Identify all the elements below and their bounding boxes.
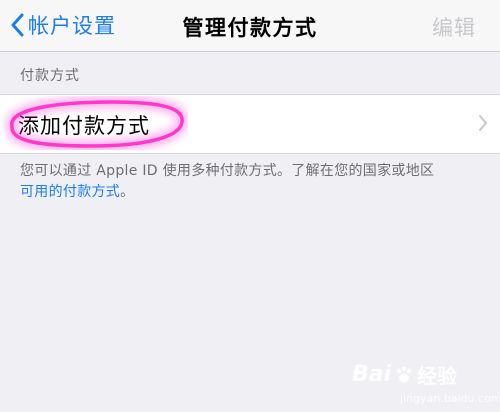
add-payment-method-row[interactable]: 添加付款方式 [0, 95, 500, 153]
footer-note: 您可以通过 Apple ID 使用多种付款方式。了解在您的国家或地区 可用的付款… [20, 161, 485, 203]
page-title: 管理付款方式 [182, 16, 318, 40]
footer-suffix: 。 [120, 184, 135, 200]
section-header: 付款方式 [20, 68, 80, 84]
available-payment-methods-link[interactable]: 可用的付款方式 [20, 184, 120, 200]
watermark: Bai 经验 [352, 360, 457, 389]
watermark-url: jingyan.baidu.com [400, 392, 500, 405]
paw-icon [397, 365, 412, 382]
add-payment-method-label: 添加付款方式 [18, 114, 150, 138]
chevron-right-icon [479, 115, 487, 131]
payment-methods-group: 添加付款方式 [0, 94, 500, 154]
watermark-brand: Bai [352, 362, 392, 387]
footer-text: 您可以通过 Apple ID 使用多种付款方式。了解在您的国家或地区 [20, 163, 435, 179]
watermark-brand-suffix: 经验 [417, 364, 458, 388]
edit-button[interactable]: 编辑 [432, 12, 476, 42]
navigation-bar: 帐户设置 管理付款方式 编辑 [0, 0, 500, 52]
